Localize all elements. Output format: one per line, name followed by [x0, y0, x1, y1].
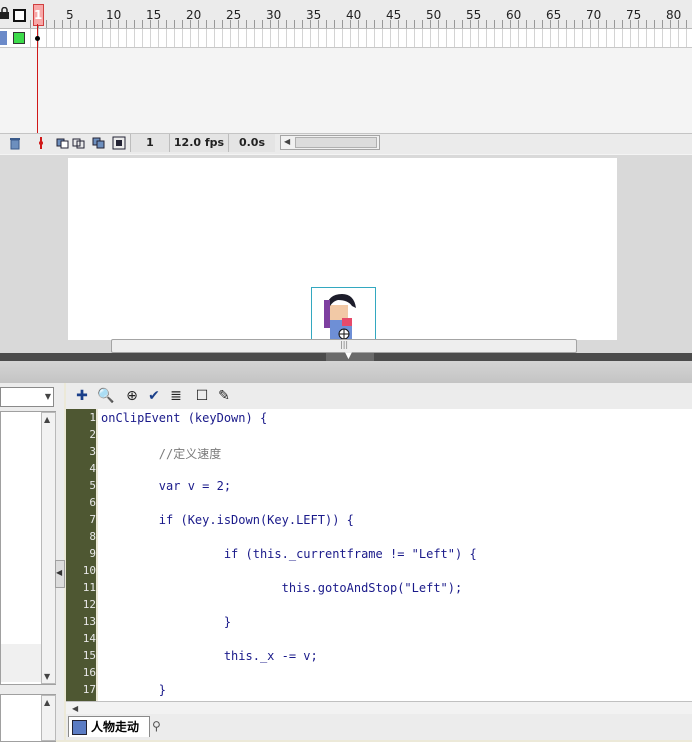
line-number: 14 [82, 632, 96, 645]
code-line[interactable]: } [101, 683, 166, 697]
keyframe-dot[interactable] [35, 36, 40, 41]
frame-number: 45 [386, 8, 402, 22]
code-line[interactable]: if (this._currentframe != "Left") { [101, 547, 477, 561]
check-syntax-icon[interactable]: ✔ [145, 387, 163, 405]
grip-icon: ||| [340, 340, 349, 349]
actions-toolbox-tree[interactable]: ▲ ▼ [0, 411, 56, 685]
code-line[interactable]: //定义速度 [101, 445, 221, 462]
edit-multiple-frames-icon[interactable] [92, 136, 106, 150]
debug-options-icon[interactable]: ✎ [215, 387, 233, 405]
frame-number: 70 [586, 8, 602, 22]
show-code-hint-icon[interactable]: ☐ [193, 387, 211, 405]
script-tab-label: 人物走动 [91, 720, 140, 734]
add-statement-icon[interactable]: ✚ [73, 387, 91, 405]
frame-number: 5 [66, 8, 74, 22]
collapse-arrow-icon: ▼ [345, 351, 352, 361]
line-number: 5 [89, 479, 96, 492]
lock-icon[interactable] [0, 7, 9, 19]
trash-icon[interactable] [8, 136, 22, 150]
scroll-left-arrow-icon[interactable]: ◀ [284, 137, 290, 146]
pane-splitter-handle[interactable]: ◀ [55, 560, 65, 588]
line-number: 6 [89, 496, 96, 509]
line-number: 8 [89, 530, 96, 543]
splitter-arrow-icon: ◀ [56, 568, 63, 577]
movie-clip-icon [72, 720, 87, 735]
frame-number: 30 [266, 8, 282, 22]
frame-rate-field[interactable]: 12.0 fps [169, 134, 228, 152]
scroll-thumb[interactable] [295, 137, 377, 148]
frame-number: 65 [546, 8, 562, 22]
frame-number: 25 [226, 8, 242, 22]
frame-number: 40 [346, 8, 362, 22]
frame-number: 1 [34, 8, 43, 22]
auto-format-icon[interactable]: ≣ [167, 387, 185, 405]
center-frame-icon[interactable] [34, 136, 48, 150]
code-line[interactable]: var v = 2; [101, 479, 231, 493]
current-frame-field: 1 [130, 134, 169, 152]
code-line[interactable]: } [101, 615, 231, 629]
character-symbol[interactable] [311, 287, 376, 342]
toolbox-vertical-scrollbar[interactable]: ▲ ▼ [41, 412, 56, 684]
line-number: 3 [89, 445, 96, 458]
modify-onion-markers-icon[interactable] [112, 136, 126, 150]
line-number: 9 [89, 547, 96, 560]
line-number: 17 [82, 683, 96, 696]
line-number: 4 [89, 462, 96, 475]
editor-horizontal-scrollbar[interactable]: ◀ [66, 701, 692, 715]
character-sprite-icon [324, 294, 356, 340]
code-line[interactable]: if (Key.isDown(Key.LEFT)) { [101, 513, 354, 527]
script-tab[interactable]: 人物走动 [68, 716, 150, 737]
pin-script-icon[interactable]: ⚲ [152, 719, 161, 733]
line-number: 11 [82, 581, 96, 594]
line-number: 13 [82, 615, 96, 628]
layer-selection-marker [0, 31, 7, 45]
code-line[interactable]: this._x -= v; [101, 649, 318, 663]
frame-number: 20 [186, 8, 202, 22]
scroll-down-arrow-icon[interactable]: ▼ [44, 672, 50, 681]
playhead-line [37, 24, 38, 144]
script-navigator[interactable]: ▲ [0, 694, 56, 742]
onion-skin-icon[interactable] [56, 136, 70, 150]
frame-number: 55 [466, 8, 482, 22]
insert-target-path-icon[interactable]: ⊕ [123, 387, 141, 405]
actions-panel-header[interactable] [0, 361, 692, 383]
frame-number: 35 [306, 8, 322, 22]
chevron-down-icon: ▼ [44, 392, 51, 401]
line-number: 10 [82, 564, 96, 577]
code-line[interactable]: onClipEvent (keyDown) { [101, 411, 267, 425]
frame-number: 60 [506, 8, 522, 22]
navigator-vertical-scrollbar[interactable]: ▲ [41, 695, 56, 741]
timeline-panel: 1 5 10 15 20 25 30 35 40 45 50 55 60 65 … [0, 0, 692, 155]
scroll-up-arrow-icon[interactable]: ▲ [44, 415, 50, 424]
code-line[interactable]: this.gotoAndStop("Left"); [101, 581, 463, 595]
version-select[interactable]: ▼ [0, 387, 54, 407]
timeline-horizontal-scrollbar[interactable]: ◀ [280, 135, 380, 150]
frame-number: 50 [426, 8, 442, 22]
stage-horizontal-scrollbar[interactable]: ||| [111, 339, 577, 353]
collapse-panel-button[interactable]: ▼ [326, 351, 374, 361]
line-number: 16 [82, 666, 96, 679]
outline-icon[interactable] [13, 9, 26, 22]
line-number: 1 [89, 411, 96, 424]
layer-color-swatch[interactable] [13, 32, 25, 44]
line-number-gutter: 1 2 3 4 5 6 7 8 9 10 11 12 13 14 15 16 1… [66, 409, 96, 701]
find-icon[interactable]: 🔍 [97, 387, 115, 405]
onion-outline-icon[interactable] [72, 136, 86, 150]
line-number: 2 [89, 428, 96, 441]
line-number: 12 [82, 598, 96, 611]
line-number: 15 [82, 649, 96, 662]
frame-cells[interactable] [30, 29, 692, 47]
line-number: 7 [89, 513, 96, 526]
toolbox-empty-area [1, 644, 41, 682]
elapsed-time-field: 0.0s [228, 134, 275, 152]
frame-number: 15 [146, 8, 162, 22]
frame-number: 10 [106, 8, 122, 22]
scroll-left-arrow-icon[interactable]: ◀ [72, 704, 78, 713]
frame-number: 75 [626, 8, 642, 22]
frame-number: 80 [666, 8, 682, 22]
scroll-up-arrow-icon[interactable]: ▲ [44, 698, 50, 707]
